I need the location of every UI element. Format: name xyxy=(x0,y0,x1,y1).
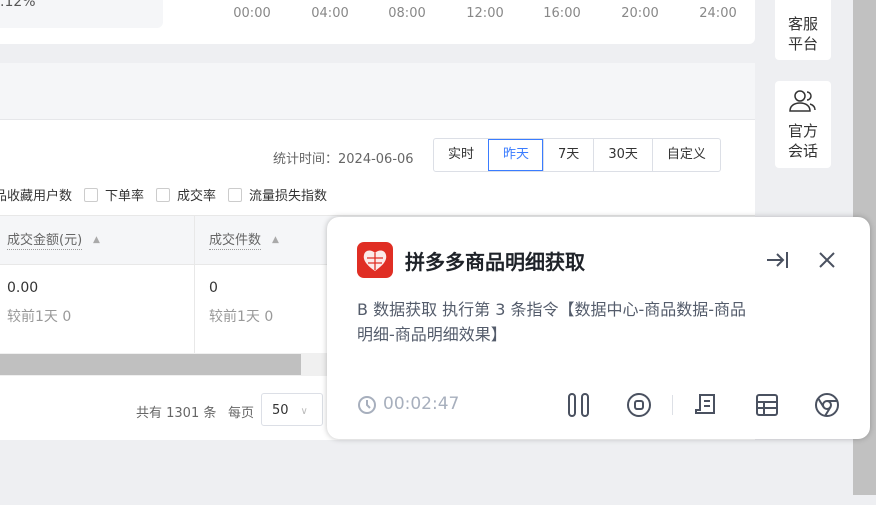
stop-icon[interactable] xyxy=(626,392,652,418)
stat-percent: .12% xyxy=(0,0,36,10)
metric-label[interactable]: 下单率 xyxy=(105,185,144,204)
column-header[interactable]: 成交金额(元) xyxy=(7,233,83,250)
users-icon xyxy=(788,89,818,115)
range-yesterday[interactable]: 昨天 xyxy=(488,139,544,171)
page-size-select[interactable]: 50 ∨ xyxy=(261,393,323,426)
service-label: 客服 xyxy=(787,15,818,33)
popup-message: B 数据获取 执行第 3 条指令【数据中心-商品数据-商品明细-商品明细效果】 xyxy=(357,300,747,344)
x-tick: 24:00 xyxy=(699,6,737,21)
x-tick: 04:00 xyxy=(311,6,349,21)
chevron-down-icon: ∨ xyxy=(300,406,308,417)
chat-label: 官方 xyxy=(787,122,818,140)
service-label: 平台 xyxy=(787,35,818,53)
range-7days[interactable]: 7天 xyxy=(543,139,593,171)
x-tick: 00:00 xyxy=(233,6,271,21)
metric-label[interactable]: 成交率 xyxy=(177,185,216,204)
log-icon[interactable] xyxy=(694,393,718,417)
checkbox[interactable] xyxy=(156,187,171,202)
elapsed-time: 00:02:47 xyxy=(383,394,460,414)
close-icon[interactable] xyxy=(817,250,837,270)
date-range-selector: 实时 昨天 7天 30天 自定义 xyxy=(433,138,721,172)
stat-time: 统计时间：2024-06-06 xyxy=(273,152,414,167)
checkbox[interactable] xyxy=(84,187,99,202)
pinduoduo-logo xyxy=(357,242,393,278)
customer-service-button[interactable]: 客服 平台 xyxy=(775,0,831,60)
per-page-label: 每页 xyxy=(228,406,255,421)
scrollbar-thumb[interactable] xyxy=(0,354,301,375)
page-size-value: 50 xyxy=(272,403,289,418)
pause-icon[interactable] xyxy=(567,393,591,417)
popup-title: 拼多多商品明细获取 xyxy=(405,250,585,274)
divider xyxy=(672,395,673,415)
cell-value: 0 xyxy=(209,280,218,296)
x-tick: 12:00 xyxy=(466,6,504,21)
total-count: 共有 1301 条 xyxy=(136,406,217,421)
metric-label: 品收藏用户数 xyxy=(0,189,73,204)
range-30days[interactable]: 30天 xyxy=(593,139,652,171)
sort-icon[interactable]: ▲ xyxy=(272,235,279,245)
column-header[interactable]: 成交件数 xyxy=(209,233,262,250)
cell-compare: 较前1天 0 xyxy=(209,309,274,325)
collapse-icon[interactable] xyxy=(765,249,789,271)
metric-label[interactable]: 流量损失指数 xyxy=(249,185,327,204)
x-tick: 16:00 xyxy=(543,6,581,21)
card-header xyxy=(0,63,755,120)
table-icon[interactable] xyxy=(755,393,779,417)
x-tick: 20:00 xyxy=(621,6,659,21)
metric-checkboxes: 品收藏用户数 下单率 成交率 流量损失指数 xyxy=(0,185,327,204)
official-chat-button[interactable]: 官方 会话 xyxy=(775,81,831,168)
column-divider xyxy=(194,215,195,353)
chrome-browser-icon[interactable] xyxy=(814,392,840,418)
cell-value: 0.00 xyxy=(7,280,39,296)
sort-icon[interactable]: ▲ xyxy=(93,235,100,245)
cell-compare: 较前1天 0 xyxy=(7,309,72,325)
x-tick: 08:00 xyxy=(388,6,426,21)
checkbox[interactable] xyxy=(228,187,243,202)
chat-label: 会话 xyxy=(787,142,818,160)
range-realtime[interactable]: 实时 xyxy=(434,139,488,171)
range-custom[interactable]: 自定义 xyxy=(651,139,720,171)
clock-icon xyxy=(357,395,377,415)
